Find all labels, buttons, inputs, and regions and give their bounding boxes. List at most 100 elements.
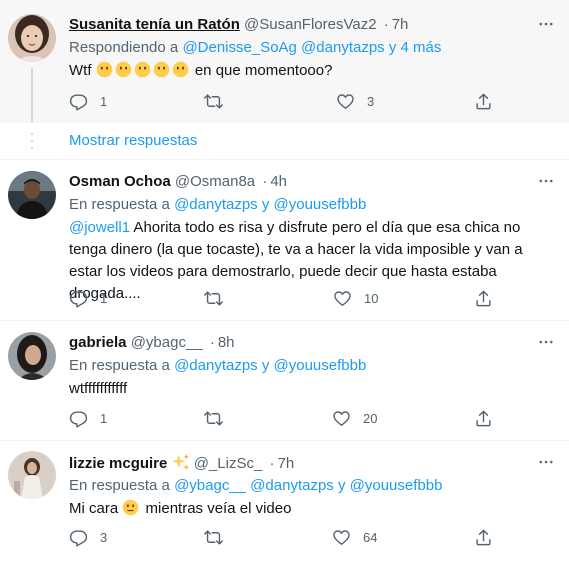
avatar[interactable] [8, 451, 56, 499]
share-button[interactable] [474, 527, 493, 547]
timestamp[interactable]: 7h [277, 455, 294, 472]
user-handle[interactable]: @_LizSc_ [194, 455, 263, 472]
share-button[interactable] [474, 408, 493, 428]
tweet-actions: 1 10 [69, 288, 499, 308]
show-replies-link[interactable]: Mostrar respuestas [69, 131, 197, 151]
timestamp[interactable]: 7h [392, 16, 409, 33]
reply-button[interactable]: 1 [69, 288, 107, 308]
display-name[interactable]: Osman Ochoa [69, 173, 171, 190]
tweet-text: Mi cara mientras veía el video [69, 498, 559, 520]
like-button[interactable]: 20 [332, 408, 377, 428]
retweet-button[interactable] [204, 408, 223, 428]
more-icon[interactable] [537, 172, 555, 192]
more-icon[interactable] [537, 15, 555, 35]
tweet-text-suffix: en que momentooo? [194, 62, 333, 79]
share-button[interactable] [474, 91, 493, 111]
retweet-icon [204, 528, 223, 547]
share-button[interactable] [474, 288, 493, 308]
retweet-button[interactable] [204, 527, 223, 547]
tweet-text-suffix: mientras veía el video [145, 500, 292, 517]
reply-icon [69, 92, 88, 111]
emoji-no-mouth-icon [96, 61, 113, 78]
display-name[interactable]: Susanita tenía un Ratón [69, 16, 240, 33]
tweet[interactable]: Susanita tenía un Ratón @SusanFloresVaz2… [0, 0, 569, 123]
like-icon [333, 289, 352, 308]
thread-gap-dots [30, 132, 34, 150]
tweet-header: Osman Ochoa @Osman8a · 4h [69, 172, 559, 192]
tweet[interactable]: Osman Ochoa @Osman8a · 4h En respuesta a … [0, 160, 569, 320]
retweet-icon [204, 92, 223, 111]
emoji-neutral-icon [122, 499, 139, 516]
display-name[interactable]: gabriela [69, 334, 127, 351]
emoji-no-mouth-icon [172, 61, 189, 78]
tweet-text: Wtf en que momentooo? [69, 60, 559, 82]
tweet-text: wtfffffffffff [69, 380, 128, 397]
retweet-icon [204, 409, 223, 428]
reply-icon [69, 528, 88, 547]
avatar[interactable] [8, 14, 56, 62]
text-mention[interactable]: @jowell1 [69, 219, 130, 236]
reply-context: En respuesta a @ybagc__ @danytazps y @yo… [69, 476, 559, 496]
tweet-actions: 3 64 [69, 527, 499, 547]
like-count: 3 [367, 93, 375, 109]
reply-context: En respuesta a @danytazps y @youusefbbb [69, 356, 559, 376]
reply-prefix: En respuesta a [69, 196, 170, 213]
like-icon [336, 92, 355, 111]
tweet-text-prefix: Wtf [69, 62, 92, 79]
reply-mentions[interactable]: @Denisse_SoAg @danytazps y 4 más [182, 39, 441, 56]
like-button[interactable]: 64 [332, 527, 377, 547]
like-icon [332, 528, 351, 547]
separator: · [209, 334, 215, 351]
tweet-header: Susanita tenía un Ratón @SusanFloresVaz2… [69, 15, 559, 35]
reply-icon [69, 409, 88, 428]
emoji-no-mouth-icon [115, 61, 132, 78]
tweet-header: lizzie mcguire @_LizSc_ · 7h [69, 453, 559, 473]
user-handle[interactable]: @Osman8a [175, 173, 255, 190]
show-replies-row[interactable]: Mostrar respuestas [0, 123, 569, 159]
separator: · [269, 455, 275, 472]
avatar[interactable] [8, 171, 56, 219]
avatar[interactable] [8, 332, 56, 380]
like-button[interactable]: 3 [336, 91, 374, 111]
reply-mentions[interactable]: @danytazps y @youusefbbb [174, 357, 366, 374]
tweet[interactable]: gabriela @ybagc__ · 8h En respuesta a @da… [0, 321, 569, 440]
display-name[interactable]: lizzie mcguire [69, 455, 167, 472]
tweet[interactable]: lizzie mcguire @_LizSc_ · 7h En respuesta… [0, 441, 569, 562]
reply-icon [69, 289, 88, 308]
emoji-no-mouth-icon [153, 61, 170, 78]
share-icon [474, 92, 493, 111]
like-count: 20 [363, 410, 378, 426]
reply-button[interactable]: 1 [69, 91, 107, 111]
tweet-header: gabriela @ybagc__ · 8h [69, 333, 559, 353]
separator: · [262, 173, 268, 190]
reply-mentions[interactable]: @danytazps y @youusefbbb [174, 196, 366, 213]
like-count: 10 [364, 290, 379, 306]
retweet-button[interactable] [204, 288, 223, 308]
more-icon[interactable] [537, 333, 555, 353]
reply-count: 3 [100, 529, 108, 545]
retweet-button[interactable] [204, 91, 223, 111]
timestamp[interactable]: 4h [270, 173, 287, 190]
more-icon[interactable] [537, 453, 555, 473]
tweet-text-prefix: Mi cara [69, 500, 119, 517]
share-icon [474, 528, 493, 547]
reply-button[interactable]: 1 [69, 408, 107, 428]
reply-mentions[interactable]: @ybagc__ @danytazps y @youusefbbb [174, 477, 442, 494]
reply-count: 1 [100, 290, 108, 306]
like-button[interactable]: 10 [333, 288, 378, 308]
reply-button[interactable]: 3 [69, 527, 107, 547]
timestamp[interactable]: 8h [218, 334, 235, 351]
reply-context: Respondiendo a @Denisse_SoAg @danytazps … [69, 38, 559, 58]
reply-prefix: En respuesta a [69, 477, 170, 494]
like-icon [332, 409, 351, 428]
reply-count: 1 [100, 410, 108, 426]
user-handle[interactable]: @ybagc__ [131, 334, 203, 351]
sparkles-icon [171, 453, 189, 471]
user-handle[interactable]: @SusanFloresVaz2 [244, 16, 377, 33]
reply-prefix: Respondiendo a [69, 39, 179, 56]
share-icon [474, 409, 493, 428]
reply-context: En respuesta a @danytazps y @youusefbbb [69, 195, 559, 215]
emoji-no-mouth-icon [134, 61, 151, 78]
like-count: 64 [363, 529, 378, 545]
share-icon [474, 289, 493, 308]
